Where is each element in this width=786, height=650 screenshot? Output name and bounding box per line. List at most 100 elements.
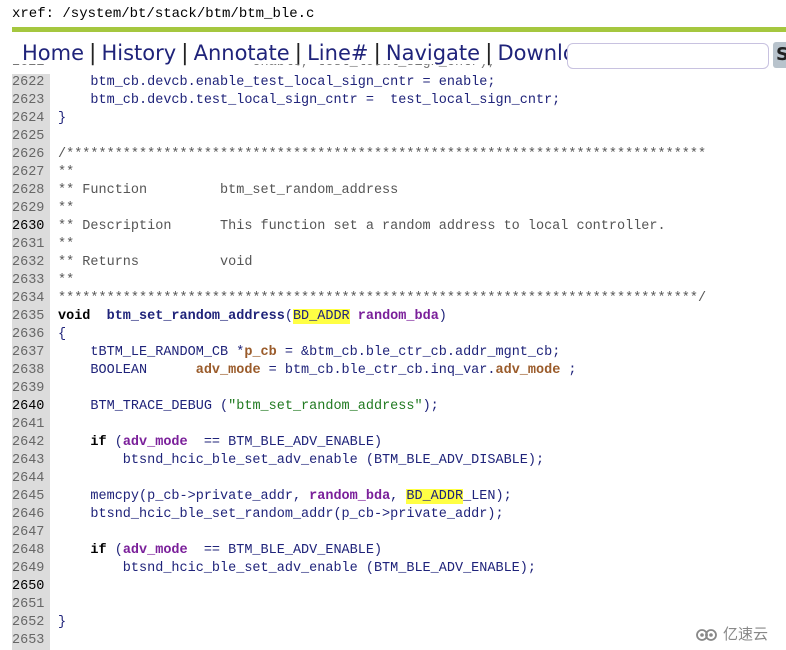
line-number[interactable]: 2637	[12, 344, 50, 362]
line-number[interactable]: 2643	[12, 452, 50, 470]
search-highlight[interactable]: BD_ADDR	[406, 489, 464, 504]
string-literal: "btm_set_random_address"	[228, 399, 423, 414]
line-number[interactable]: 2630	[12, 218, 50, 236]
line-number[interactable]: 2632	[12, 254, 50, 272]
line-number[interactable]: 2645	[12, 488, 50, 506]
line-number[interactable]: 2633	[12, 272, 50, 290]
line-source	[50, 632, 58, 650]
line-source: **	[58, 165, 75, 180]
code-text: BOOLEAN	[58, 363, 196, 378]
code-text: memcpy(p_cb->private_addr,	[58, 489, 310, 504]
code-line: 2635 void btm_set_random_address(BD_ADDR …	[12, 308, 786, 326]
line-number[interactable]: 2648	[12, 542, 50, 560]
line-number[interactable]: 2634	[12, 290, 50, 308]
code-line: 2633 **	[12, 272, 786, 290]
code-text: ,	[390, 489, 407, 504]
code-line: 2624}	[12, 110, 786, 128]
code-line: 2626 /***********************************…	[12, 146, 786, 164]
line-number[interactable]: 2640	[12, 398, 50, 416]
line-number[interactable]: 2649	[12, 560, 50, 578]
line-number[interactable]: 2652	[12, 614, 50, 632]
line-source: void btm_set_random_address(BD_ADDR rand…	[50, 308, 447, 326]
code-text: );	[422, 399, 439, 414]
line-source: if (adv_mode == BTM_BLE_ADV_ENABLE)	[50, 542, 382, 560]
parameter-link[interactable]: random_bda	[309, 489, 390, 504]
line-number[interactable]: 2646	[12, 506, 50, 524]
line-number[interactable]: 2625	[12, 128, 50, 146]
line-source: ** Description This function set a rando…	[58, 219, 666, 234]
local-variable-link[interactable]: adv_mode	[196, 363, 261, 378]
nav-separator: |	[89, 40, 97, 66]
code-text: (	[106, 543, 123, 558]
parameter-link[interactable]: random_bda	[358, 309, 439, 324]
keyword: if	[90, 543, 107, 558]
code-line: 2641	[12, 416, 786, 434]
line-number[interactable]: 2631	[12, 236, 50, 254]
line-number[interactable]: 2635	[12, 308, 50, 326]
line-number[interactable]: 2626	[12, 146, 50, 164]
line-number[interactable]: 2644	[12, 470, 50, 488]
line-source: **	[58, 273, 75, 288]
code-line: 2653	[12, 632, 786, 650]
local-variable-link[interactable]: adv_mode	[496, 363, 561, 378]
code-line: 2642 if (adv_mode == BTM_BLE_ADV_ENABLE)	[12, 434, 786, 452]
code-line: 2652}	[12, 614, 786, 632]
line-number[interactable]: 2629	[12, 200, 50, 218]
line-number[interactable]: 2628	[12, 182, 50, 200]
line-number[interactable]: 2623	[12, 92, 50, 110]
code-text: == BTM_BLE_ADV_ENABLE)	[187, 543, 383, 558]
function-name-link[interactable]: btm_set_random_address	[107, 309, 285, 324]
line-number[interactable]: 2642	[12, 434, 50, 452]
line-number[interactable]: 2647	[12, 524, 50, 542]
code-text: == BTM_BLE_ADV_ENABLE)	[187, 435, 383, 450]
cloud-logo-icon	[696, 628, 717, 641]
code-text: BTM_TRACE_DEBUG (	[58, 399, 229, 414]
code-text: ;	[560, 363, 577, 378]
line-source: /***************************************…	[58, 147, 707, 162]
watermark-text: 亿速云	[722, 625, 768, 643]
line-number[interactable]: 2653	[12, 632, 50, 650]
code-text: _LEN);	[463, 489, 512, 504]
search-highlight[interactable]: BD_ADDR	[292, 309, 350, 324]
parameter-link[interactable]: adv_mode	[123, 435, 188, 450]
nav-line-numbers[interactable]: Line#	[307, 41, 368, 65]
line-number[interactable]: 2638	[12, 362, 50, 380]
line-number[interactable]: 2627	[12, 164, 50, 182]
keyword: if	[90, 435, 107, 450]
line-number[interactable]: 2636	[12, 326, 50, 344]
line-source	[50, 578, 58, 596]
code-text: )	[438, 309, 447, 324]
line-source: ** Returns void	[58, 255, 253, 270]
line-source: memcpy(p_cb->private_addr, random_bda, B…	[50, 488, 512, 506]
code-text: = &btm_cb.ble_ctr_cb.addr_mgnt_cb;	[276, 345, 561, 360]
line-number[interactable]: 2622	[12, 74, 50, 92]
header-divider	[12, 27, 786, 32]
code-line: 2628 ** Function btm_set_random_address	[12, 182, 786, 200]
code-text: (	[106, 435, 123, 450]
code-line: 2636 {	[12, 326, 786, 344]
code-line: 2629 **	[12, 200, 786, 218]
code-line: 2645 memcpy(p_cb->private_addr, random_b…	[12, 488, 786, 506]
local-variable-link[interactable]: p_cb	[244, 345, 276, 360]
nav-history[interactable]: History	[101, 41, 176, 65]
code-line: 2623 btm_cb.devcb.test_local_sign_cntr =…	[12, 92, 786, 110]
code-line: 2631 **	[12, 236, 786, 254]
nav-navigate[interactable]: Navigate	[386, 41, 480, 65]
line-number[interactable]: 2639	[12, 380, 50, 398]
xref-path: xref: /system/bt/stack/btm/btm_ble.c	[12, 6, 315, 22]
line-number[interactable]: 2624	[12, 110, 50, 128]
nav-annotate[interactable]: Annotate	[194, 41, 290, 65]
line-source: btsnd_hcic_ble_set_adv_enable (BTM_BLE_A…	[58, 453, 545, 468]
code-line: 2647	[12, 524, 786, 542]
nav-home[interactable]: Home	[22, 41, 84, 65]
parameter-link[interactable]: adv_mode	[123, 543, 188, 558]
watermark: 亿速云	[695, 623, 768, 644]
line-source: **	[58, 237, 75, 252]
code-line: 2637 tBTM_LE_RANDOM_CB *p_cb = &btm_cb.b…	[12, 344, 786, 362]
line-number[interactable]: 2641	[12, 416, 50, 434]
line-source: BOOLEAN adv_mode = btm_cb.ble_ctr_cb.inq…	[50, 362, 577, 380]
line-number[interactable]: 2650	[12, 578, 50, 596]
line-number[interactable]: 2651	[12, 596, 50, 614]
